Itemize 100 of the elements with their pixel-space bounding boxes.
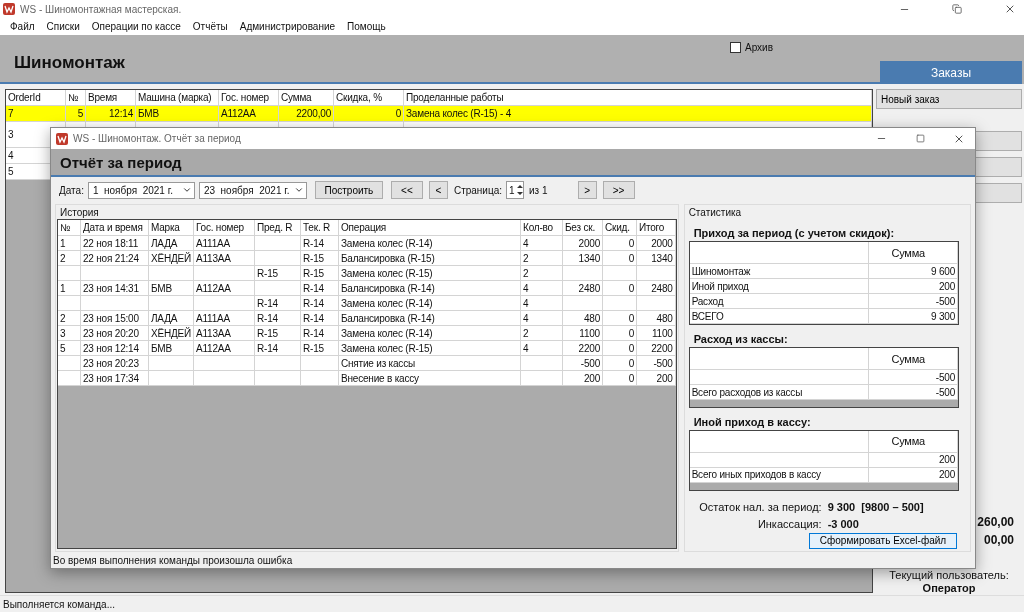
table-cell: А112АА <box>196 342 231 354</box>
table-cell: R-14 <box>257 297 278 309</box>
table-cell: 0 <box>628 357 634 369</box>
collection-label: Инкассация: <box>757 517 822 530</box>
menu-item[interactable]: Помощь <box>341 21 392 32</box>
column-header: Проделанные работы <box>406 92 504 103</box>
table-cell: 23 ноя 17:34 <box>83 372 139 384</box>
group-title: История <box>60 207 99 218</box>
column-header: Время <box>88 92 118 103</box>
table-cell: А113АА <box>196 252 231 264</box>
table-cell: А111АА <box>196 237 230 249</box>
total-amount: 00,00 <box>983 532 1014 549</box>
table-cell: БМВ <box>151 342 172 354</box>
date-picker[interactable]: 23 ноября 2021 г. <box>198 181 307 199</box>
table-cell: 23 ноя 20:23 <box>83 357 139 369</box>
column-header: Сумма <box>890 435 925 448</box>
collection-value: -3 000 <box>827 517 860 530</box>
table-cell: 200 <box>938 454 955 466</box>
menu-item[interactable]: Списки <box>40 21 86 32</box>
table-cell: 4 <box>523 282 529 294</box>
table-cell: R-14 <box>303 327 324 339</box>
table-cell: 0 <box>628 372 634 384</box>
table-cell: 2 <box>523 267 529 279</box>
table-cell: 1 <box>60 237 66 249</box>
date-picker[interactable]: 1 ноября 2021 г. <box>87 181 195 199</box>
menu-item[interactable]: Файл <box>4 21 41 32</box>
next-page-button[interactable]: > <box>577 181 597 199</box>
page-spinner[interactable]: 1 <box>506 181 525 199</box>
total-amount: 260,00 <box>977 514 1014 531</box>
previous-page-button[interactable]: < <box>428 181 448 199</box>
menu-item[interactable]: Операции по кассе <box>85 21 187 32</box>
table-cell: ХЁНДЕЙ <box>151 327 191 339</box>
table-cell: 5 <box>8 166 14 177</box>
table-cell: 9 300 <box>930 310 955 322</box>
table-cell: 2000 <box>578 237 600 249</box>
table-cell: R-14 <box>303 312 324 324</box>
column-header: Тек. R <box>303 222 331 233</box>
table-cell: 23 ноя 14:31 <box>83 282 139 294</box>
column-header: Скид. <box>605 222 630 233</box>
table-cell: 200 <box>583 372 600 384</box>
column-header: OrderId <box>8 92 41 103</box>
table-cell: 200 <box>656 372 673 384</box>
table-cell: Замена колес (R-15) <box>341 267 433 279</box>
menu-item[interactable]: Администрирование <box>233 21 342 32</box>
column-header: № <box>60 222 71 233</box>
restore-icon[interactable] <box>951 4 963 14</box>
export-button[interactable]: Сформировать Excel-файл <box>809 532 957 549</box>
new-order-button[interactable]: Новый заказ <box>876 89 1022 109</box>
column-header: Сумма <box>890 246 925 259</box>
table-cell: 1100 <box>651 327 673 339</box>
table-cell: 5 <box>77 108 83 119</box>
table-cell: 0 <box>628 342 634 354</box>
table-row[interactable]: 7 5 12:14 БМВ А112АА 2200,00 0 Замена колес (R-15) - 4 <box>6 106 872 122</box>
table-cell: 1340 <box>578 252 600 264</box>
close-icon[interactable] <box>1004 3 1016 15</box>
field-label: Дата: <box>59 184 84 196</box>
table-cell: 2000 <box>651 237 673 249</box>
table-cell: 0 <box>628 312 634 324</box>
table-cell: R-14 <box>303 282 324 294</box>
column-header: Машина (марка) <box>138 92 212 103</box>
table-cell: Внесение в кассу <box>341 372 419 384</box>
table-cell: Замена колес (R-14) <box>341 237 433 249</box>
table-cell: Балансировка (R-14) <box>341 282 435 294</box>
table-cell: -500 <box>580 357 600 369</box>
tab[interactable]: Заказы <box>880 61 1022 84</box>
column-header: Кол-во <box>523 222 553 233</box>
section-title: Расход из кассы: <box>693 333 788 345</box>
table-cell: Балансировка (R-14) <box>341 312 435 324</box>
table-cell: 23 ноя 20:20 <box>83 327 139 339</box>
table-cell: 0 <box>628 252 634 264</box>
menu-item[interactable]: Отчёты <box>186 21 234 32</box>
table-cell: R-14 <box>303 237 324 249</box>
maximize-icon[interactable] <box>914 134 926 143</box>
column-header: № <box>68 92 79 103</box>
column-header: Без ск. <box>565 222 596 233</box>
table-cell: БМВ <box>151 282 172 294</box>
row-label: Расход <box>691 295 724 307</box>
build-button[interactable]: Построить <box>314 181 383 199</box>
table-cell: 4 <box>523 237 529 249</box>
user-label: Текущий пользователь: <box>889 569 1009 582</box>
archive-checkbox[interactable] <box>730 41 741 53</box>
first-page-button[interactable]: << <box>390 181 423 199</box>
table-cell: А111АА <box>196 312 230 324</box>
last-page-button[interactable]: >> <box>602 181 635 199</box>
column-header: Пред. R <box>257 222 293 233</box>
table-cell: R-15 <box>303 252 324 264</box>
table-cell: Замена колес (R-15) - 4 <box>406 108 512 119</box>
table-cell: 2200 <box>578 342 600 354</box>
table-cell: Балансировка (R-15) <box>341 252 435 264</box>
table-cell: 2 <box>60 312 66 324</box>
table-cell: 23 ноя 15:00 <box>83 312 139 324</box>
table-cell: ЛАДА <box>151 312 178 324</box>
table-cell: R-15 <box>303 342 324 354</box>
balance-label: Остаток нал. за период: <box>699 500 822 513</box>
table-cell: 2200 <box>651 342 673 354</box>
table-cell: ХЁНДЕЙ <box>151 252 191 264</box>
table-cell: 4 <box>523 342 529 354</box>
table-cell: 2200,00 <box>296 108 331 119</box>
column-header: Операция <box>341 222 386 233</box>
table-cell: 23 ноя 12:14 <box>83 342 139 354</box>
